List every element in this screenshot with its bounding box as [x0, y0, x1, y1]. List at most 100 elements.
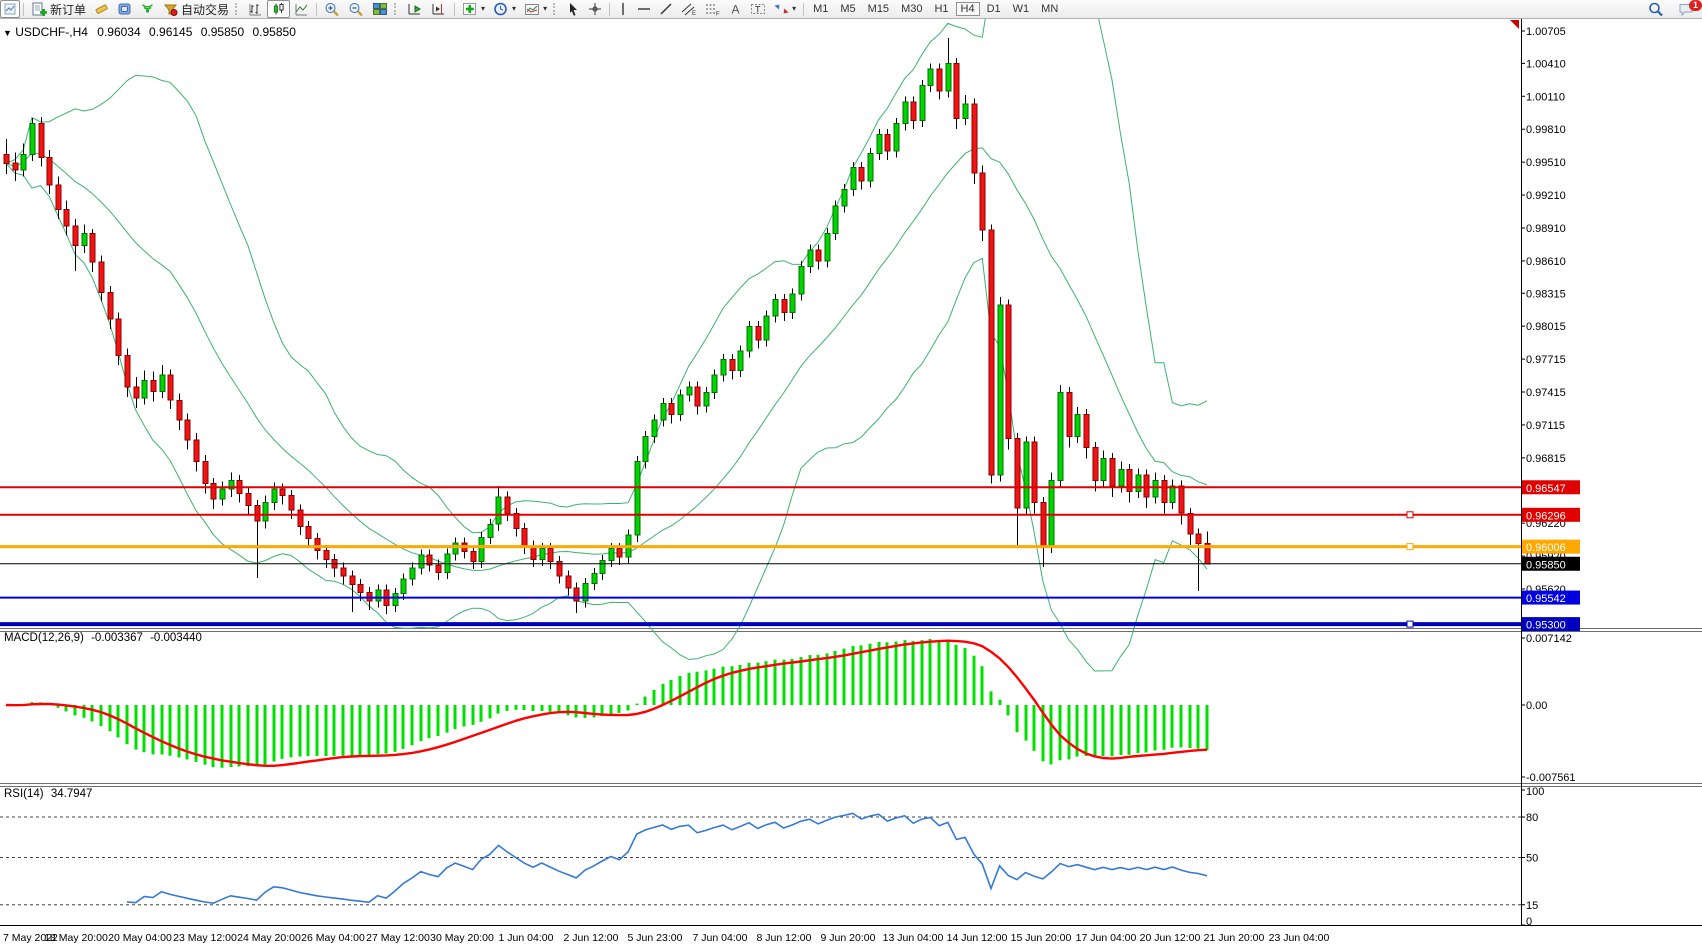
pane-frames — [0, 19, 1702, 926]
timeframe-D1[interactable]: D1 — [982, 2, 1006, 16]
vertical-line-button[interactable] — [613, 0, 633, 18]
periods-button[interactable]: ▾ — [489, 0, 520, 18]
dropdown-caret: ▾ — [481, 5, 485, 13]
indicators-icon — [462, 2, 478, 17]
svg-text:F: F — [716, 12, 720, 17]
notification-badge: 1 — [1689, 0, 1702, 11]
toolbar-separator — [316, 3, 317, 16]
bollinger-bands — [6, 0, 1207, 671]
arrows-button[interactable]: ▾ — [770, 0, 800, 18]
fibonacci-icon: F — [705, 2, 721, 16]
fibonacci-button[interactable]: F — [701, 0, 725, 18]
toolbar-grip — [553, 3, 560, 15]
horizontal-line-button[interactable] — [633, 0, 655, 18]
tile-windows-icon — [372, 2, 388, 17]
line-chart-icon — [294, 2, 309, 16]
zoom-out-button[interactable] — [344, 0, 368, 18]
clock-icon — [493, 2, 509, 17]
bar-chart-icon — [248, 2, 263, 16]
svg-text:A: A — [732, 3, 740, 17]
candlestick-chart-icon — [271, 2, 286, 16]
toolbar: 新订单 自动交易 — [0, 0, 1702, 19]
timeframe-bar: M1M5M15M30H1H4D1W1MN — [807, 1, 1064, 17]
dropdown-caret: ▾ — [792, 5, 796, 13]
timeframe-W1[interactable]: W1 — [1008, 2, 1035, 16]
arrows-icon — [774, 2, 789, 16]
templates-icon — [524, 2, 540, 17]
timeframe-M30[interactable]: M30 — [896, 2, 927, 16]
chart-shift-icon — [431, 2, 447, 17]
chart-canvas: 1.007051.004101.001100.998100.995100.992… — [0, 0, 1702, 946]
auto-scroll-button[interactable] — [403, 0, 427, 18]
timeframe-MN[interactable]: MN — [1036, 2, 1063, 16]
horizontal-lines — [0, 487, 1521, 627]
highlighter-button[interactable] — [90, 0, 113, 18]
signals-button[interactable] — [136, 0, 159, 18]
trendline-button[interactable] — [655, 0, 677, 18]
auto-trading-label: 自动交易 — [181, 1, 229, 18]
dropdown-caret: ▾ — [543, 5, 547, 13]
candlestick-chart-button[interactable] — [267, 0, 290, 18]
toolbar-separator — [454, 3, 455, 16]
text-label-button[interactable]: T — [746, 0, 770, 18]
timeframe-H4[interactable]: H4 — [956, 2, 980, 16]
rsi-pane: 1008050150 — [0, 786, 1544, 928]
dropdown-caret: ▾ — [512, 5, 516, 13]
auto-trading-button[interactable]: 自动交易 — [159, 0, 233, 18]
timeframe-M1[interactable]: M1 — [808, 2, 833, 16]
line-chart-button[interactable] — [290, 0, 313, 18]
expert-advisor-button[interactable] — [113, 0, 136, 18]
toolbar-right: 1 — [1644, 0, 1698, 18]
timeframe-M15[interactable]: M15 — [863, 2, 894, 16]
timeframe-M5[interactable]: M5 — [835, 2, 860, 16]
candles-layer — [4, 38, 1210, 614]
toolbar-grip — [235, 3, 242, 15]
zoom-in-button[interactable] — [320, 0, 344, 18]
time-axis[interactable] — [0, 926, 1521, 946]
auto-scroll-icon — [407, 2, 423, 17]
macd-pane: 0.0071420.00-0.007561 — [5, 633, 1576, 784]
scroll-marker-icon — [1510, 20, 1519, 29]
svg-text:E: E — [692, 11, 696, 16]
highlighter-icon — [94, 2, 109, 16]
indicators-button[interactable]: ▾ — [458, 0, 489, 18]
search-icon — [1648, 2, 1664, 17]
templates-button[interactable]: ▾ — [520, 0, 551, 18]
equidistant-channel-button[interactable]: E — [677, 0, 701, 18]
trendline-icon — [659, 2, 673, 16]
text-label-icon: T — [750, 2, 766, 16]
new-order-label: 新订单 — [50, 1, 86, 18]
cursor-icon — [566, 2, 580, 16]
crosshair-icon — [588, 2, 602, 16]
signals-icon — [140, 2, 155, 16]
price-axis[interactable] — [1521, 18, 1591, 925]
new-order-icon — [31, 2, 47, 17]
tile-windows-button[interactable] — [368, 0, 392, 18]
expert-advisor-icon — [117, 2, 132, 16]
symbol-dropdown-arrow[interactable]: ▼ — [3, 28, 12, 38]
mini-chart-icon — [4, 3, 16, 15]
toolbar-separator — [609, 3, 610, 16]
market-watch-button[interactable] — [0, 0, 20, 18]
notifications-button[interactable]: 1 — [1674, 0, 1698, 18]
bar-chart-button[interactable] — [244, 0, 267, 18]
cursor-button[interactable] — [562, 0, 584, 18]
zoom-out-icon — [348, 2, 364, 17]
vertical-line-icon — [617, 2, 629, 16]
mt4-terminal-window: 新订单 自动交易 — [0, 0, 1702, 946]
new-order-button[interactable]: 新订单 — [27, 0, 90, 18]
timeframe-H1[interactable]: H1 — [929, 2, 953, 16]
toolbar-separator — [23, 3, 24, 16]
toolbar-grip — [394, 3, 401, 15]
chart-area[interactable]: 1.007051.004101.001100.998100.995100.992… — [0, 0, 1702, 946]
svg-text:T: T — [755, 5, 761, 15]
text-icon: A — [729, 2, 742, 16]
toolbar-separator — [803, 3, 804, 16]
horizontal-line-icon — [637, 2, 651, 16]
text-button[interactable]: A — [725, 0, 746, 18]
search-button[interactable] — [1644, 0, 1668, 18]
equidistant-channel-icon: E — [681, 2, 697, 16]
chart-shift-button[interactable] — [427, 0, 451, 18]
crosshair-button[interactable] — [584, 0, 606, 18]
zoom-in-icon — [324, 2, 340, 17]
